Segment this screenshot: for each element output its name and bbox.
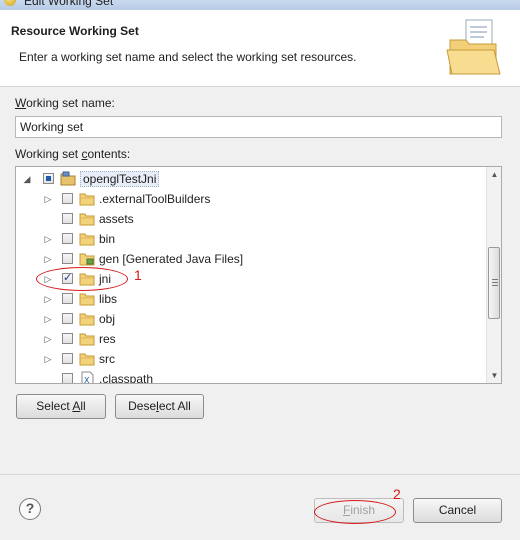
header-description: Enter a working set name and select the … bbox=[19, 50, 357, 64]
working-set-name-input[interactable] bbox=[15, 116, 502, 138]
cancel-button[interactable]: Cancel bbox=[413, 498, 502, 523]
expand-arrow-icon[interactable]: ▷ bbox=[43, 233, 53, 245]
footer-separator bbox=[0, 474, 520, 475]
folder-icon bbox=[79, 293, 95, 306]
expand-arrow-icon[interactable]: ▷ bbox=[43, 193, 53, 205]
expand-arrow-icon[interactable]: ▷ bbox=[43, 333, 53, 345]
tree-item-checkbox[interactable] bbox=[62, 293, 73, 304]
tree-row[interactable]: assets bbox=[16, 209, 486, 229]
project-icon bbox=[60, 171, 76, 186]
tree-item-checkbox[interactable] bbox=[62, 313, 73, 324]
folder-icon bbox=[79, 233, 95, 246]
title-bar: Edit Working Set bbox=[0, 0, 520, 10]
contents-label: Working set contents: bbox=[15, 147, 131, 161]
tree-item-label: .classpath bbox=[99, 372, 154, 384]
tree-item-checkbox[interactable] bbox=[62, 353, 73, 364]
collapse-arrow-icon[interactable]: ◢ bbox=[22, 173, 32, 185]
annotation-ellipse-jni bbox=[36, 267, 128, 291]
expand-arrow-icon[interactable]: ▷ bbox=[43, 353, 53, 365]
tree-item-checkbox[interactable] bbox=[62, 373, 73, 383]
tree-row[interactable]: ▷ res bbox=[16, 329, 486, 349]
tree-item-label: gen [Generated Java Files] bbox=[99, 252, 244, 266]
tree-item-label: res bbox=[99, 332, 116, 346]
tree-row[interactable]: ▷ obj bbox=[16, 309, 486, 329]
tree-row[interactable]: ▷ .externalToolBuilders bbox=[16, 189, 486, 209]
tree-row[interactable]: ▷ src bbox=[16, 349, 486, 369]
tree-item-label: obj bbox=[99, 312, 116, 326]
tree-vertical-scrollbar[interactable]: ▲ ▼ bbox=[486, 167, 501, 383]
annotation-number-2: 2 bbox=[393, 486, 401, 502]
tree-item-label: src bbox=[99, 352, 115, 366]
app-icon bbox=[4, 0, 16, 6]
header-title: Resource Working Set bbox=[11, 24, 139, 38]
root-checkbox[interactable] bbox=[43, 173, 54, 184]
expand-arrow-icon[interactable]: ▷ bbox=[43, 293, 53, 305]
annotation-ellipse-finish bbox=[314, 500, 396, 524]
tree-item-checkbox[interactable] bbox=[62, 193, 73, 204]
svg-text:X: X bbox=[84, 376, 90, 384]
working-set-banner-icon bbox=[446, 19, 501, 75]
expand-arrow-icon[interactable]: ▷ bbox=[43, 253, 53, 265]
scroll-up-icon[interactable]: ▲ bbox=[487, 167, 501, 182]
tree-row[interactable]: ▷ gen [Generated Java Files] bbox=[16, 249, 486, 269]
tree-item-label: assets bbox=[99, 212, 134, 226]
annotation-number-1: 1 bbox=[134, 267, 142, 283]
source-folder-icon bbox=[79, 253, 95, 266]
folder-icon bbox=[79, 193, 95, 206]
tree-row-root[interactable]: ◢ openglTestJni bbox=[16, 169, 486, 189]
window-title: Edit Working Set bbox=[24, 0, 114, 8]
folder-icon bbox=[79, 313, 95, 326]
folder-icon bbox=[79, 333, 95, 346]
tree-item-checkbox[interactable] bbox=[62, 213, 73, 224]
tree-row[interactable]: ▷ libs bbox=[16, 289, 486, 309]
folder-icon bbox=[79, 213, 95, 226]
scroll-down-icon[interactable]: ▼ bbox=[487, 368, 501, 383]
tree-row[interactable]: X .classpath bbox=[16, 369, 486, 384]
select-all-button[interactable]: Select All bbox=[16, 394, 106, 419]
expand-arrow-icon[interactable]: ▷ bbox=[43, 313, 53, 325]
help-icon[interactable]: ? bbox=[19, 498, 41, 520]
tree-row[interactable]: ▷ bin bbox=[16, 229, 486, 249]
scrollbar-thumb[interactable] bbox=[488, 247, 500, 319]
dialog-header: Resource Working Set Enter a working set… bbox=[0, 10, 520, 87]
deselect-all-button[interactable]: Deselect All bbox=[115, 394, 204, 419]
tree-item-label: .externalToolBuilders bbox=[99, 192, 211, 206]
tree-item-checkbox[interactable] bbox=[62, 253, 73, 264]
xml-file-icon: X bbox=[81, 371, 94, 384]
tree-item-label: libs bbox=[99, 292, 118, 306]
tree-item-label: bin bbox=[99, 232, 116, 246]
tree-item-checkbox[interactable] bbox=[62, 333, 73, 344]
name-label: Working set name: bbox=[15, 96, 115, 110]
folder-icon bbox=[79, 353, 95, 366]
tree-item-checkbox[interactable] bbox=[62, 233, 73, 244]
tree-root-label: openglTestJni bbox=[80, 171, 160, 187]
